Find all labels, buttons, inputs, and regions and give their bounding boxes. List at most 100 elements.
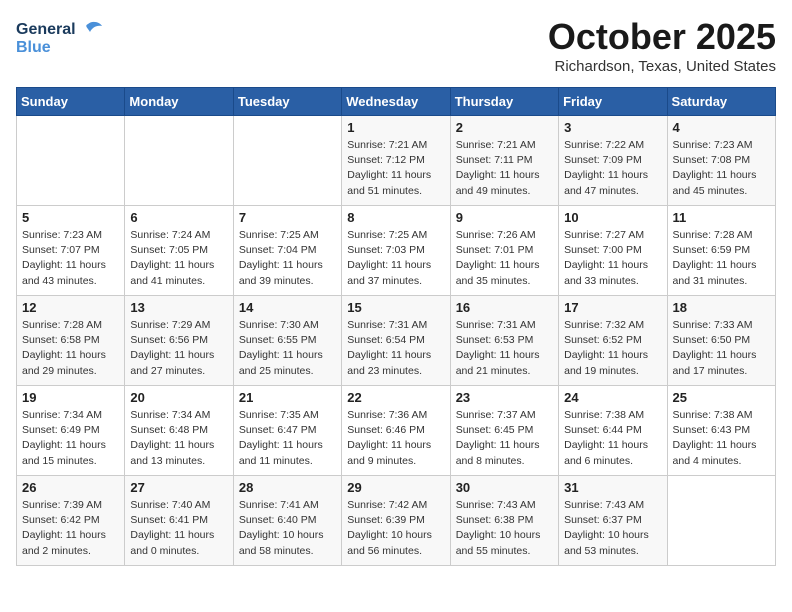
day-number: 13 [130, 300, 227, 315]
day-number: 8 [347, 210, 444, 225]
day-number: 6 [130, 210, 227, 225]
calendar-cell [125, 116, 233, 206]
day-info: Sunrise: 7:26 AM Sunset: 7:01 PM Dayligh… [456, 228, 553, 289]
day-number: 29 [347, 480, 444, 495]
calendar-cell: 4 Sunrise: 7:23 AM Sunset: 7:08 PM Daylig… [667, 116, 775, 206]
calendar-cell: 27Sunrise: 7:40 AM Sunset: 6:41 PM Dayli… [125, 476, 233, 566]
week-row-4: 26 Sunrise: 7:39 AM Sunset: 6:42 PM Dayli… [17, 476, 776, 566]
day-info: Sunrise: 7:36 AM Sunset: 6:46 PM Dayligh… [347, 408, 444, 469]
page-header: General Blue October 2025 Richardson, Te… [16, 16, 776, 75]
day-info: Sunrise: 7:23 AM Sunset: 7:08 PM Dayligh… [673, 138, 770, 199]
calendar-table: SundayMondayTuesdayWednesdayThursdayFrid… [16, 87, 776, 566]
calendar-cell: 15Sunrise: 7:31 AM Sunset: 6:54 PM Dayli… [342, 296, 450, 386]
day-number: 22 [347, 390, 444, 405]
day-number: 26 [22, 480, 119, 495]
calendar-cell: 17Sunrise: 7:32 AM Sunset: 6:52 PM Dayli… [559, 296, 667, 386]
calendar-cell: 23Sunrise: 7:37 AM Sunset: 6:45 PM Dayli… [450, 386, 558, 476]
day-number: 24 [564, 390, 661, 405]
day-info: Sunrise: 7:23 AM Sunset: 7:07 PM Dayligh… [22, 228, 119, 289]
logo: General Blue [16, 16, 106, 61]
calendar-cell: 10Sunrise: 7:27 AM Sunset: 7:00 PM Dayli… [559, 206, 667, 296]
calendar-cell: 2 Sunrise: 7:21 AM Sunset: 7:11 PM Daylig… [450, 116, 558, 206]
day-info: Sunrise: 7:25 AM Sunset: 7:04 PM Dayligh… [239, 228, 336, 289]
calendar-cell: 3Sunrise: 7:22 AM Sunset: 7:09 PM Daylig… [559, 116, 667, 206]
calendar-cell: 9Sunrise: 7:26 AM Sunset: 7:01 PM Daylig… [450, 206, 558, 296]
day-number: 20 [130, 390, 227, 405]
calendar-cell: 8 Sunrise: 7:25 AM Sunset: 7:03 PM Daylig… [342, 206, 450, 296]
calendar-cell: 14 Sunrise: 7:30 AM Sunset: 6:55 PM Dayli… [233, 296, 341, 386]
header-monday: Monday [125, 88, 233, 116]
day-info: Sunrise: 7:24 AM Sunset: 7:05 PM Dayligh… [130, 228, 227, 289]
day-number: 5 [22, 210, 119, 225]
calendar-cell [667, 476, 775, 566]
day-number: 23 [456, 390, 553, 405]
day-info: Sunrise: 7:30 AM Sunset: 6:55 PM Dayligh… [239, 318, 336, 379]
day-number: 28 [239, 480, 336, 495]
day-number: 15 [347, 300, 444, 315]
calendar-cell: 11Sunrise: 7:28 AM Sunset: 6:59 PM Dayli… [667, 206, 775, 296]
day-number: 1 [347, 120, 444, 135]
day-info: Sunrise: 7:34 AM Sunset: 6:49 PM Dayligh… [22, 408, 119, 469]
calendar-cell: 13Sunrise: 7:29 AM Sunset: 6:56 PM Dayli… [125, 296, 233, 386]
calendar-cell: 12 Sunrise: 7:28 AM Sunset: 6:58 PM Dayli… [17, 296, 125, 386]
calendar-cell: 19 Sunrise: 7:34 AM Sunset: 6:49 PM Dayli… [17, 386, 125, 476]
svg-text:General: General [16, 21, 76, 38]
day-number: 4 [673, 120, 770, 135]
day-info: Sunrise: 7:39 AM Sunset: 6:42 PM Dayligh… [22, 498, 119, 559]
day-number: 19 [22, 390, 119, 405]
day-info: Sunrise: 7:22 AM Sunset: 7:09 PM Dayligh… [564, 138, 661, 199]
calendar-cell: 16Sunrise: 7:31 AM Sunset: 6:53 PM Dayli… [450, 296, 558, 386]
header-thursday: Thursday [450, 88, 558, 116]
day-number: 25 [673, 390, 770, 405]
day-info: Sunrise: 7:33 AM Sunset: 6:50 PM Dayligh… [673, 318, 770, 379]
calendar-cell: 31 Sunrise: 7:43 AM Sunset: 6:37 PM Dayli… [559, 476, 667, 566]
day-info: Sunrise: 7:21 AM Sunset: 7:12 PM Dayligh… [347, 138, 444, 199]
day-number: 31 [564, 480, 661, 495]
svg-text:Blue: Blue [16, 39, 51, 56]
day-number: 18 [673, 300, 770, 315]
calendar-cell: 5 Sunrise: 7:23 AM Sunset: 7:07 PM Daylig… [17, 206, 125, 296]
day-number: 21 [239, 390, 336, 405]
day-number: 11 [673, 210, 770, 225]
week-row-3: 19 Sunrise: 7:34 AM Sunset: 6:49 PM Dayli… [17, 386, 776, 476]
day-info: Sunrise: 7:43 AM Sunset: 6:37 PM Dayligh… [564, 498, 661, 559]
location: Richardson, Texas, United States [548, 58, 776, 75]
day-number: 2 [456, 120, 553, 135]
calendar-cell: 7 Sunrise: 7:25 AM Sunset: 7:04 PM Daylig… [233, 206, 341, 296]
day-number: 10 [564, 210, 661, 225]
calendar-cell: 26 Sunrise: 7:39 AM Sunset: 6:42 PM Dayli… [17, 476, 125, 566]
calendar-cell: 25 Sunrise: 7:38 AM Sunset: 6:43 PM Dayli… [667, 386, 775, 476]
day-info: Sunrise: 7:35 AM Sunset: 6:47 PM Dayligh… [239, 408, 336, 469]
calendar-cell: 20 Sunrise: 7:34 AM Sunset: 6:48 PM Dayli… [125, 386, 233, 476]
calendar-cell: 18 Sunrise: 7:33 AM Sunset: 6:50 PM Dayli… [667, 296, 775, 386]
day-info: Sunrise: 7:38 AM Sunset: 6:43 PM Dayligh… [673, 408, 770, 469]
day-number: 12 [22, 300, 119, 315]
week-row-1: 5 Sunrise: 7:23 AM Sunset: 7:07 PM Daylig… [17, 206, 776, 296]
day-info: Sunrise: 7:32 AM Sunset: 6:52 PM Dayligh… [564, 318, 661, 379]
week-row-2: 12 Sunrise: 7:28 AM Sunset: 6:58 PM Dayli… [17, 296, 776, 386]
calendar-cell: 22 Sunrise: 7:36 AM Sunset: 6:46 PM Dayli… [342, 386, 450, 476]
day-info: Sunrise: 7:21 AM Sunset: 7:11 PM Dayligh… [456, 138, 553, 199]
calendar-cell: 21 Sunrise: 7:35 AM Sunset: 6:47 PM Dayli… [233, 386, 341, 476]
day-info: Sunrise: 7:41 AM Sunset: 6:40 PM Dayligh… [239, 498, 336, 559]
day-number: 14 [239, 300, 336, 315]
header-friday: Friday [559, 88, 667, 116]
day-info: Sunrise: 7:38 AM Sunset: 6:44 PM Dayligh… [564, 408, 661, 469]
day-info: Sunrise: 7:25 AM Sunset: 7:03 PM Dayligh… [347, 228, 444, 289]
logo-svg: General Blue [16, 16, 106, 61]
header-wednesday: Wednesday [342, 88, 450, 116]
calendar-cell: 29 Sunrise: 7:42 AM Sunset: 6:39 PM Dayli… [342, 476, 450, 566]
day-info: Sunrise: 7:34 AM Sunset: 6:48 PM Dayligh… [130, 408, 227, 469]
header-saturday: Saturday [667, 88, 775, 116]
header-sunday: Sunday [17, 88, 125, 116]
day-number: 16 [456, 300, 553, 315]
header-tuesday: Tuesday [233, 88, 341, 116]
calendar-cell [17, 116, 125, 206]
day-info: Sunrise: 7:28 AM Sunset: 6:58 PM Dayligh… [22, 318, 119, 379]
day-info: Sunrise: 7:42 AM Sunset: 6:39 PM Dayligh… [347, 498, 444, 559]
calendar-cell: 24 Sunrise: 7:38 AM Sunset: 6:44 PM Dayli… [559, 386, 667, 476]
title-block: October 2025 Richardson, Texas, United S… [548, 16, 776, 75]
day-number: 30 [456, 480, 553, 495]
day-number: 7 [239, 210, 336, 225]
day-number: 27 [130, 480, 227, 495]
